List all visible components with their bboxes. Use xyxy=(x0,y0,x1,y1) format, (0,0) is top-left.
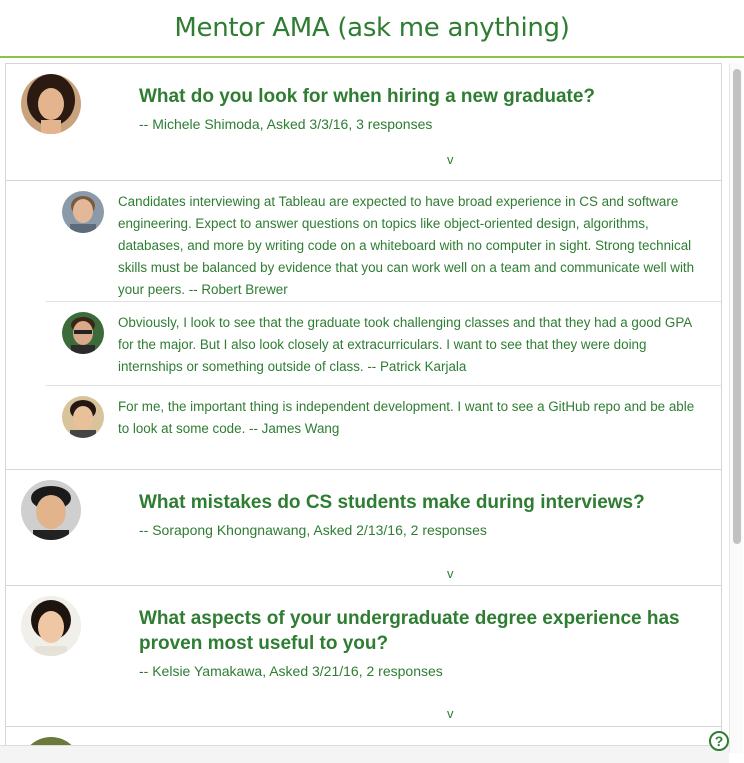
question-title[interactable]: What do you look for when hiring a new g… xyxy=(139,84,699,109)
chevron-down-icon[interactable]: v xyxy=(447,566,454,581)
help-icon[interactable]: ? xyxy=(709,731,729,751)
question-title[interactable]: What aspects of your undergraduate degre… xyxy=(139,606,699,656)
avatar xyxy=(62,396,104,438)
question-meta: -- Michele Shimoda, Asked 3/3/16, 3 resp… xyxy=(139,116,433,132)
answer-item: Obviously, I look to see that the gradua… xyxy=(46,302,721,386)
chevron-down-icon[interactable]: v xyxy=(447,706,454,721)
avatar xyxy=(62,312,104,354)
avatar xyxy=(21,480,81,540)
answer-text: Candidates interviewing at Tableau are e… xyxy=(118,194,695,297)
question-item[interactable]: What do you look for when hiring a new g… xyxy=(6,64,721,470)
page-title: Mentor AMA (ask me anything) xyxy=(174,13,570,43)
question-meta: -- Sorapong Khongnawang, Asked 2/13/16, … xyxy=(139,522,487,538)
scrollbar[interactable] xyxy=(729,63,743,753)
scrollbar-thumb[interactable] xyxy=(733,69,741,544)
avatar xyxy=(62,191,104,233)
page-header: Mentor AMA (ask me anything) xyxy=(0,0,744,58)
horizontal-scrollbar[interactable] xyxy=(0,745,729,763)
answer-list: Candidates interviewing at Tableau are e… xyxy=(6,180,721,470)
question-item[interactable]: What aspects of your undergraduate degre… xyxy=(6,586,721,727)
chevron-down-icon[interactable]: v xyxy=(447,152,454,167)
question-meta: -- Kelsie Yamakawa, Asked 3/21/16, 2 res… xyxy=(139,663,443,679)
answer-item: For me, the important thing is independe… xyxy=(46,386,721,471)
question-title[interactable]: What mistakes do CS students make during… xyxy=(139,490,699,515)
avatar xyxy=(21,596,81,656)
answer-item: Candidates interviewing at Tableau are e… xyxy=(46,181,721,302)
questions-panel: What do you look for when hiring a new g… xyxy=(5,63,722,753)
avatar xyxy=(21,74,81,134)
answer-text: For me, the important thing is independe… xyxy=(118,399,695,436)
answer-text: Obviously, I look to see that the gradua… xyxy=(118,315,692,374)
question-item[interactable]: What mistakes do CS students make during… xyxy=(6,470,721,586)
